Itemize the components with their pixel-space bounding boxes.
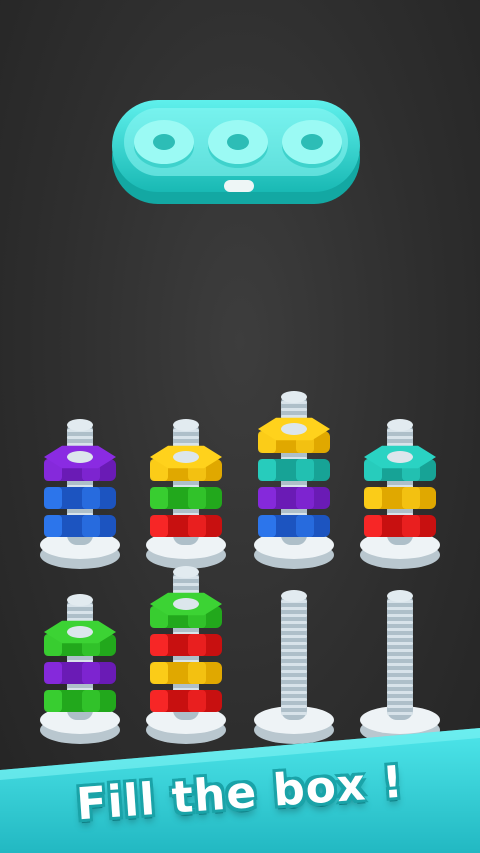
box-slot bbox=[208, 120, 268, 168]
bolt[interactable] bbox=[360, 419, 440, 569]
nut-purple[interactable] bbox=[44, 445, 116, 481]
bolt[interactable] bbox=[146, 566, 226, 744]
bolt-shaft bbox=[281, 590, 307, 720]
bolt[interactable] bbox=[40, 594, 120, 744]
nut-green[interactable] bbox=[44, 690, 116, 712]
nut-green[interactable] bbox=[44, 620, 116, 656]
bolts-area bbox=[40, 391, 440, 744]
bolt[interactable] bbox=[146, 419, 226, 569]
nut-blue[interactable] bbox=[44, 487, 116, 509]
nut-purple[interactable] bbox=[258, 487, 330, 509]
banner-band bbox=[0, 728, 480, 853]
nut-red[interactable] bbox=[150, 634, 222, 656]
nut-yellow[interactable] bbox=[150, 662, 222, 684]
game-scene bbox=[0, 100, 480, 853]
box-latch bbox=[224, 180, 254, 192]
nut-teal[interactable] bbox=[364, 445, 436, 481]
box-slots bbox=[134, 120, 342, 168]
nut-yellow[interactable] bbox=[258, 417, 330, 453]
nut-yellow[interactable] bbox=[364, 487, 436, 509]
box-slot bbox=[282, 120, 342, 168]
nut-green[interactable] bbox=[150, 487, 222, 509]
bolt[interactable] bbox=[254, 590, 334, 744]
nut-red[interactable] bbox=[364, 515, 436, 537]
bolt[interactable] bbox=[360, 590, 440, 744]
nut-teal[interactable] bbox=[258, 459, 330, 481]
nut-red[interactable] bbox=[150, 690, 222, 712]
nut-green[interactable] bbox=[150, 592, 222, 628]
nut-purple[interactable] bbox=[44, 662, 116, 684]
nut-box[interactable] bbox=[112, 100, 360, 204]
nut-blue[interactable] bbox=[44, 515, 116, 537]
bolt[interactable] bbox=[254, 391, 334, 569]
nut-red[interactable] bbox=[150, 515, 222, 537]
nut-yellow[interactable] bbox=[150, 445, 222, 481]
bolt-shaft bbox=[387, 590, 413, 720]
bolt[interactable] bbox=[40, 419, 120, 569]
nut-blue[interactable] bbox=[258, 515, 330, 537]
box-slot bbox=[134, 120, 194, 168]
